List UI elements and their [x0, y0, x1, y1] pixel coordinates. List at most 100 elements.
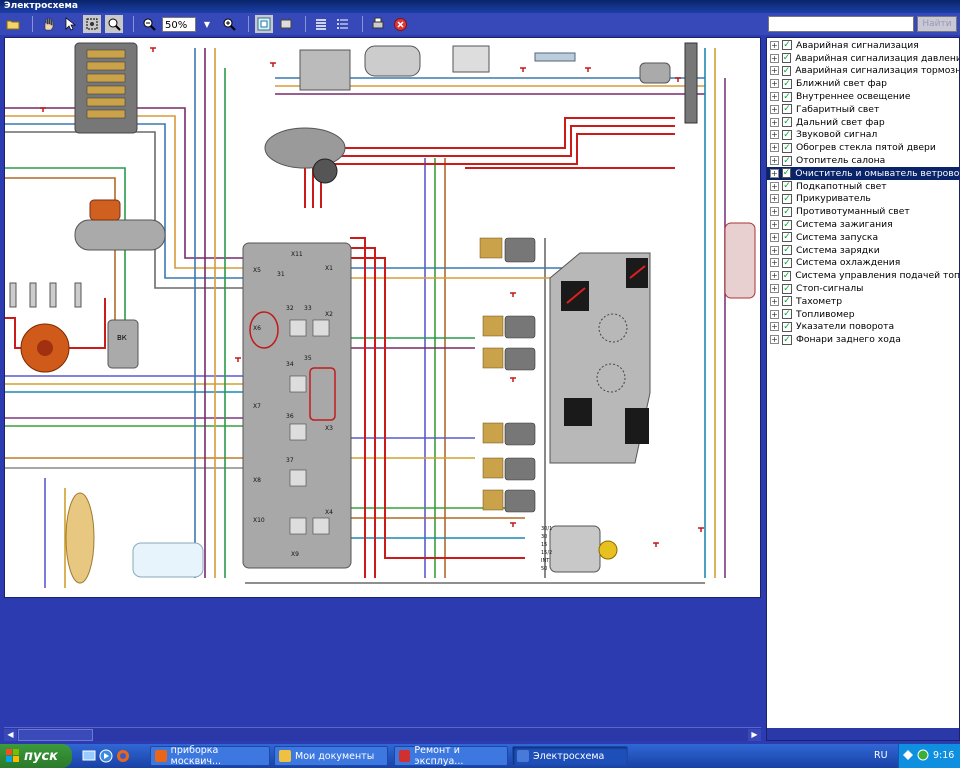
layer-item[interactable]: + ✓ Указатели поворота	[767, 321, 959, 334]
scroll-thumb[interactable]	[18, 729, 93, 741]
zoom-level-field[interactable]: 50%	[162, 16, 196, 32]
taskbar-button[interactable]: Мои документы	[274, 746, 388, 766]
expand-icon[interactable]: +	[770, 92, 779, 102]
layer-item[interactable]: + ✓ Система запуска	[767, 231, 959, 244]
fit-window-icon[interactable]	[255, 15, 273, 33]
layer-checkbox[interactable]: ✓	[782, 142, 792, 153]
taskbar-button[interactable]: приборка москвич...	[150, 745, 270, 767]
layer-checkbox[interactable]: ✓	[782, 91, 792, 102]
firefox-icon[interactable]	[116, 749, 130, 763]
print-icon[interactable]	[369, 15, 387, 33]
expand-icon[interactable]: +	[770, 271, 779, 281]
antivirus-icon[interactable]	[917, 749, 929, 761]
layer-checkbox[interactable]: ✓	[782, 219, 792, 230]
scroll-right-arrow-icon[interactable]: ▶	[748, 729, 761, 741]
layer-item[interactable]: +✓Аварийная сигнализация давления масла	[767, 52, 959, 65]
component-icon[interactable]	[277, 15, 295, 33]
layer-item[interactable]: + ✓ Дальний свет фар	[767, 116, 959, 129]
expand-icon[interactable]: +	[770, 143, 779, 153]
expand-icon[interactable]: +	[770, 130, 779, 140]
layer-item[interactable]: + ✓ Топливомер	[767, 308, 959, 321]
expand-icon[interactable]: +	[770, 220, 779, 230]
chevron-down-icon[interactable]: ▼	[198, 15, 216, 33]
expand-icon[interactable]: +	[770, 232, 779, 242]
zoom-in-icon[interactable]	[220, 15, 238, 33]
layer-checkbox[interactable]: ✓	[782, 257, 792, 268]
scroll-left-arrow-icon[interactable]: ◀	[4, 729, 17, 741]
list-icon[interactable]	[334, 15, 352, 33]
layer-checkbox[interactable]: ✓	[782, 283, 792, 294]
pointer-icon[interactable]	[61, 15, 79, 33]
layer-item[interactable]: + ✓ Ближний свет фар	[767, 77, 959, 90]
expand-icon[interactable]: +	[770, 335, 779, 345]
expand-icon[interactable]: +	[770, 322, 779, 332]
layer-item[interactable]: + ✓ Противотуманный свет	[767, 205, 959, 218]
layer-checkbox[interactable]: ✓	[782, 245, 792, 256]
layer-item[interactable]: + ✓ Система зажигания	[767, 218, 959, 231]
layer-checkbox[interactable]: ✓	[781, 65, 792, 76]
layer-checkbox[interactable]: ✓	[782, 104, 792, 115]
show-desktop-icon[interactable]	[82, 749, 96, 763]
layer-item[interactable]: + ✓ Аварийная сигнализация	[767, 39, 959, 52]
expand-icon[interactable]: +	[770, 53, 779, 63]
layer-checkbox[interactable]: ✓	[781, 168, 792, 179]
layer-item[interactable]: + ✓ Система зарядки	[767, 244, 959, 257]
layer-checkbox[interactable]: ✓	[781, 270, 792, 281]
start-button[interactable]: пуск	[0, 744, 72, 768]
expand-icon[interactable]: +	[770, 181, 779, 191]
layer-item[interactable]: + ✓ Фонари заднего хода	[767, 333, 959, 346]
expand-icon[interactable]: +	[770, 156, 779, 166]
language-indicator[interactable]: RU	[874, 750, 888, 761]
layer-checkbox[interactable]: ✓	[782, 181, 792, 192]
layer-checkbox[interactable]: ✓	[782, 193, 792, 204]
layer-item[interactable]: + ✓ Отопитель салона	[767, 154, 959, 167]
expand-icon[interactable]: +	[770, 194, 779, 204]
hand-icon[interactable]	[39, 15, 57, 33]
expand-icon[interactable]: +	[770, 207, 779, 217]
layer-item[interactable]: +✓Аварийная сигнализация тормозного прив…	[767, 65, 959, 78]
expand-icon[interactable]: +	[770, 66, 779, 76]
layer-item[interactable]: + ✓ Внутреннее освещение	[767, 90, 959, 103]
layer-checkbox[interactable]: ✓	[782, 206, 792, 217]
layer-item[interactable]: + ✓ Система охлаждения	[767, 257, 959, 270]
layer-checkbox[interactable]: ✓	[782, 129, 792, 140]
panel-horizontal-scrollbar[interactable]	[767, 728, 959, 740]
layer-checkbox[interactable]: ✓	[782, 40, 792, 51]
layer-item[interactable]: + ✓ Звуковой сигнал	[767, 129, 959, 142]
layer-checkbox[interactable]: ✓	[782, 334, 792, 345]
layer-checkbox[interactable]: ✓	[782, 309, 792, 320]
layer-item[interactable]: +✓Очиститель и омыватель ветрового стекл…	[767, 166, 959, 180]
wiring-diagram-canvas[interactable]: ВК X11 X1 X5 31 32 33 X2 X6 34 35 X7 36 …	[4, 37, 761, 598]
select-icon[interactable]	[83, 15, 101, 33]
expand-icon[interactable]: +	[770, 296, 779, 306]
expand-icon[interactable]: +	[770, 245, 779, 255]
layer-item[interactable]: + ✓ Габаритный свет	[767, 103, 959, 116]
layers-icon[interactable]	[312, 15, 330, 33]
layer-checkbox[interactable]: ✓	[782, 296, 792, 307]
layer-checkbox[interactable]: ✓	[781, 53, 792, 64]
layer-item[interactable]: + ✓ Подкапотный свет	[767, 180, 959, 193]
zoom-out-icon[interactable]	[140, 15, 158, 33]
expand-icon[interactable]: +	[770, 104, 779, 114]
taskbar-button[interactable]: Ремонт и эксплуа...	[394, 745, 508, 767]
find-button[interactable]: Найти	[917, 16, 957, 32]
search-input[interactable]	[768, 16, 914, 32]
expand-icon[interactable]: +	[770, 258, 779, 268]
expand-icon[interactable]: +	[770, 79, 779, 89]
layer-item[interactable]: + ✓ Прикуриватель	[767, 193, 959, 206]
expand-icon[interactable]: +	[770, 284, 779, 294]
layer-item[interactable]: + ✓ Обогрев стекла пятой двери	[767, 141, 959, 154]
layer-checkbox[interactable]: ✓	[782, 78, 792, 89]
network-icon[interactable]	[903, 750, 913, 760]
layer-item[interactable]: + ✓ Стоп-сигналы	[767, 282, 959, 295]
expand-icon[interactable]: +	[770, 40, 779, 50]
layer-checkbox[interactable]: ✓	[782, 321, 792, 332]
zoom-fit-icon[interactable]	[105, 15, 123, 33]
media-player-icon[interactable]	[99, 749, 113, 763]
taskbar-button[interactable]: Электросхема	[512, 746, 628, 766]
open-icon[interactable]	[4, 15, 22, 33]
expand-icon[interactable]: +	[770, 309, 779, 319]
layer-item[interactable]: +✓Система управления подачей топлива	[767, 269, 959, 282]
layer-checkbox[interactable]: ✓	[782, 155, 792, 166]
horizontal-scrollbar[interactable]: ◀ ▶	[4, 727, 761, 741]
